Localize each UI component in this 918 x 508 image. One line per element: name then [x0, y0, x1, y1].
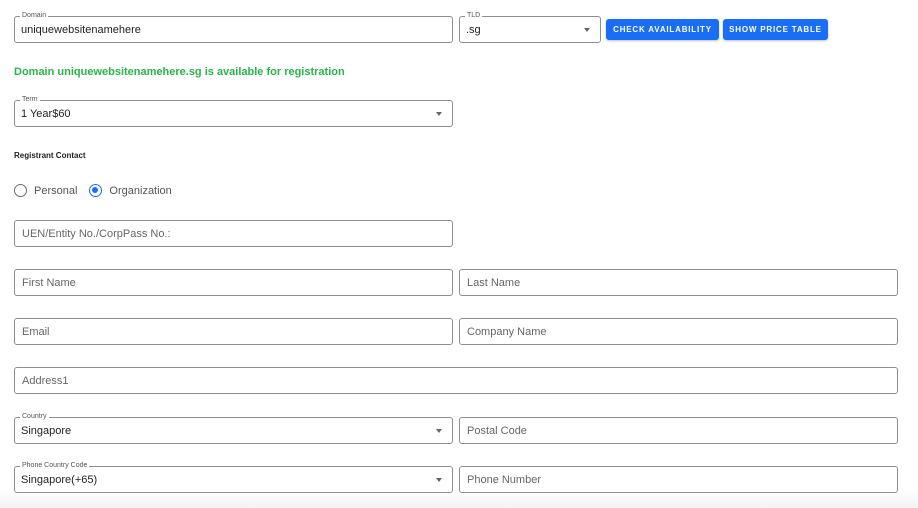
phone-number-field[interactable]	[459, 466, 898, 493]
phone-number-input[interactable]	[460, 467, 897, 492]
registrant-contact-heading: Registrant Contact	[14, 151, 86, 160]
chevron-down-icon	[436, 429, 442, 433]
uen-input[interactable]	[15, 221, 452, 246]
tld-select[interactable]: TLD .sg	[459, 11, 601, 43]
tld-value: .sg	[466, 24, 481, 36]
postal-code-field[interactable]	[459, 417, 898, 444]
term-label: Term	[20, 95, 40, 105]
tld-label: TLD	[465, 11, 483, 21]
radio-organization-label[interactable]: Organization	[109, 185, 171, 197]
domain-field[interactable]: Domain uniquewebsitenamehere	[14, 11, 453, 43]
phone-country-code-label: Phone Country Code	[20, 461, 90, 471]
postal-code-input[interactable]	[460, 418, 897, 443]
availability-message: Domain uniquewebsitenamehere.sg is avail…	[14, 66, 345, 78]
first-name-field[interactable]	[14, 269, 453, 296]
radio-organization[interactable]	[89, 184, 103, 197]
chevron-down-icon	[436, 478, 442, 482]
chevron-down-icon	[584, 28, 590, 32]
show-price-table-button[interactable]: SHOW PRICE TABLE	[723, 19, 828, 40]
first-name-input[interactable]	[15, 270, 452, 295]
check-availability-button[interactable]: CHECK AVAILABILITY	[606, 19, 719, 40]
phone-country-code-select[interactable]: Phone Country Code Singapore(+65)	[14, 461, 453, 493]
uen-field[interactable]	[14, 220, 453, 247]
email-input[interactable]	[15, 319, 452, 344]
radio-personal-label[interactable]: Personal	[34, 185, 77, 197]
chevron-down-icon	[436, 112, 442, 116]
country-select[interactable]: Country Singapore	[14, 412, 453, 444]
term-select[interactable]: Term 1 Year$60	[14, 95, 453, 127]
address1-field[interactable]	[14, 367, 898, 394]
company-name-input[interactable]	[460, 319, 897, 344]
phone-country-code-value: Singapore(+65)	[21, 474, 98, 486]
country-label: Country	[20, 412, 49, 422]
domain-label: Domain	[20, 11, 49, 21]
domain-value: uniquewebsitenamehere	[21, 24, 141, 36]
last-name-field[interactable]	[459, 269, 898, 296]
last-name-input[interactable]	[460, 270, 897, 295]
term-value: 1 Year$60	[21, 108, 71, 120]
address1-input[interactable]	[15, 368, 897, 393]
country-value: Singapore	[21, 425, 72, 437]
radio-personal[interactable]	[14, 184, 27, 197]
company-name-field[interactable]	[459, 318, 898, 345]
registrant-type-radio-group: Personal Organization	[14, 184, 184, 197]
email-field[interactable]	[14, 318, 453, 345]
